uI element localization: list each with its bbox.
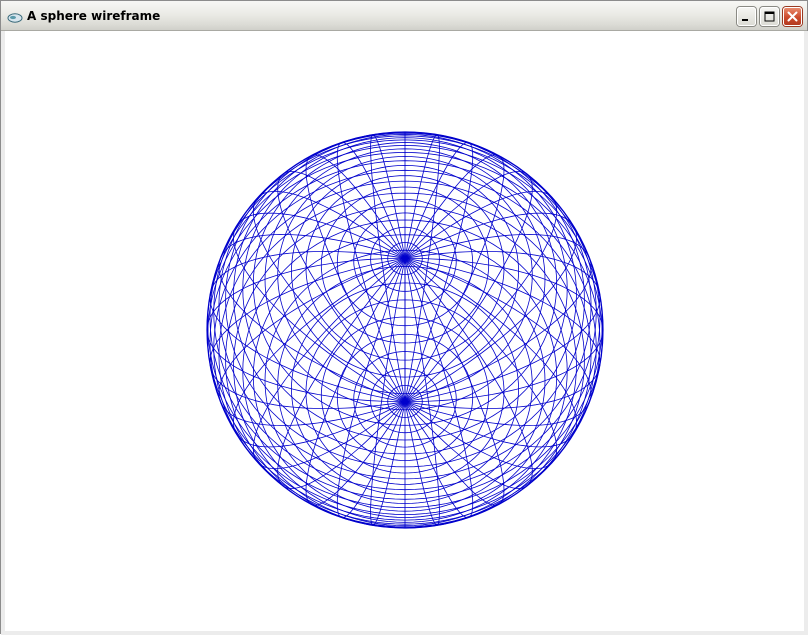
close-button[interactable] <box>783 7 802 26</box>
window-frame-bottom <box>1 631 808 635</box>
window-title: A sphere wireframe <box>27 9 161 23</box>
maximize-icon <box>764 11 775 22</box>
longitude-line <box>305 154 406 402</box>
render-viewport[interactable] <box>5 31 804 631</box>
app-window: A sphere wireframe <box>0 0 808 635</box>
close-icon <box>787 11 798 22</box>
title-bar[interactable]: A sphere wireframe <box>1 1 807 31</box>
longitude-line <box>404 154 505 402</box>
maximize-button[interactable] <box>760 7 779 26</box>
minimize-icon <box>742 19 748 21</box>
app-icon[interactable] <box>7 9 23 23</box>
sphere-wireframe <box>206 131 604 529</box>
minimize-button[interactable] <box>737 7 756 26</box>
longitude-line <box>404 258 505 506</box>
window-frame-right <box>804 31 808 635</box>
longitude-line <box>305 258 406 506</box>
